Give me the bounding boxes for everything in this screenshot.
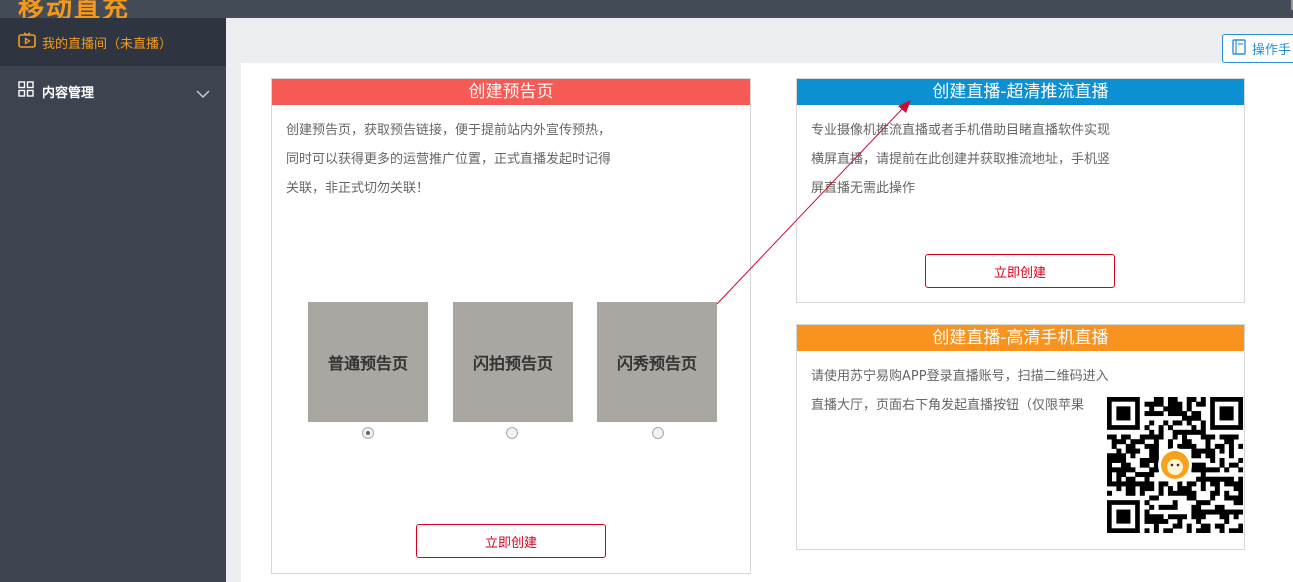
sidebar-item-content-management[interactable]: 内容管理 <box>0 76 226 106</box>
create-hd-live-button[interactable]: 立即创建 <box>925 254 1115 288</box>
desc-line: 专业摄像机推流直播或者手机借助目睹直播软件实现 <box>811 123 1111 138</box>
card-create-hd-push-live: 创建直播-超清推流直播 专业摄像机推流直播或者手机借助目睹直播软件实现 横屏直播… <box>796 78 1245 303</box>
operation-guide-button[interactable]: 操作手 <box>1222 34 1293 63</box>
radio-flash-show-preview[interactable] <box>652 427 664 439</box>
sidebar: 我的直播间（未直播） 内容管理 <box>0 18 226 582</box>
operation-guide-label: 操作手 <box>1252 43 1292 58</box>
chevron-down-icon[interactable] <box>196 84 210 103</box>
sidebar-item-my-live-room[interactable]: 我的直播间（未直播） <box>0 18 226 66</box>
desc-line: 请使用苏宁易购APP登录直播账号，扫描二维码进入 <box>811 369 1109 384</box>
card-title: 创建直播-高清手机直播 <box>797 325 1244 351</box>
grid-icon <box>18 81 34 101</box>
desc-line: 横屏直播，请提前在此创建并获取推流地址，手机竖 <box>811 152 1111 167</box>
radio-normal-preview[interactable] <box>362 427 374 439</box>
preview-type-flash-shoot[interactable]: 闪拍预告页 <box>453 302 573 422</box>
card-create-preview: 创建预告页 创建预告页，获取预告链接，便于提前站内外宣传预热， 同时可以获得更多… <box>271 78 751 574</box>
book-icon <box>1232 38 1246 59</box>
suning-logo-icon <box>1158 448 1192 482</box>
qr-code <box>1107 397 1244 537</box>
desc-line: 创建预告页，获取预告链接，便于提前站内外宣传预热， <box>286 123 612 138</box>
preview-type-normal[interactable]: 普通预告页 <box>308 302 428 422</box>
card-title: 创建预告页 <box>272 79 750 105</box>
desc-line: 屏直播无需此操作 <box>811 181 916 196</box>
top-bar: 移动直充 <box>0 0 1293 24</box>
card-description: 专业摄像机推流直播或者手机借助目睹直播软件实现 横屏直播，请提前在此创建并获取推… <box>797 105 1244 203</box>
radio-flash-shoot-preview[interactable] <box>506 427 518 439</box>
sidebar-item-label: 内容管理 <box>42 85 95 101</box>
desc-line: 关联，非正式切勿关联！ <box>286 181 430 196</box>
card-title: 创建直播-超清推流直播 <box>797 79 1244 105</box>
desc-line: 同时可以获得更多的运营推广位置，正式直播发起时记得 <box>286 152 612 167</box>
card-description: 创建预告页，获取预告链接，便于提前站内外宣传预热， 同时可以获得更多的运营推广位… <box>272 105 750 203</box>
create-preview-button[interactable]: 立即创建 <box>416 524 606 558</box>
tv-icon <box>18 32 36 52</box>
sidebar-item-label: 我的直播间（未直播） <box>42 36 173 52</box>
preview-type-flash-show[interactable]: 闪秀预告页 <box>597 302 717 422</box>
